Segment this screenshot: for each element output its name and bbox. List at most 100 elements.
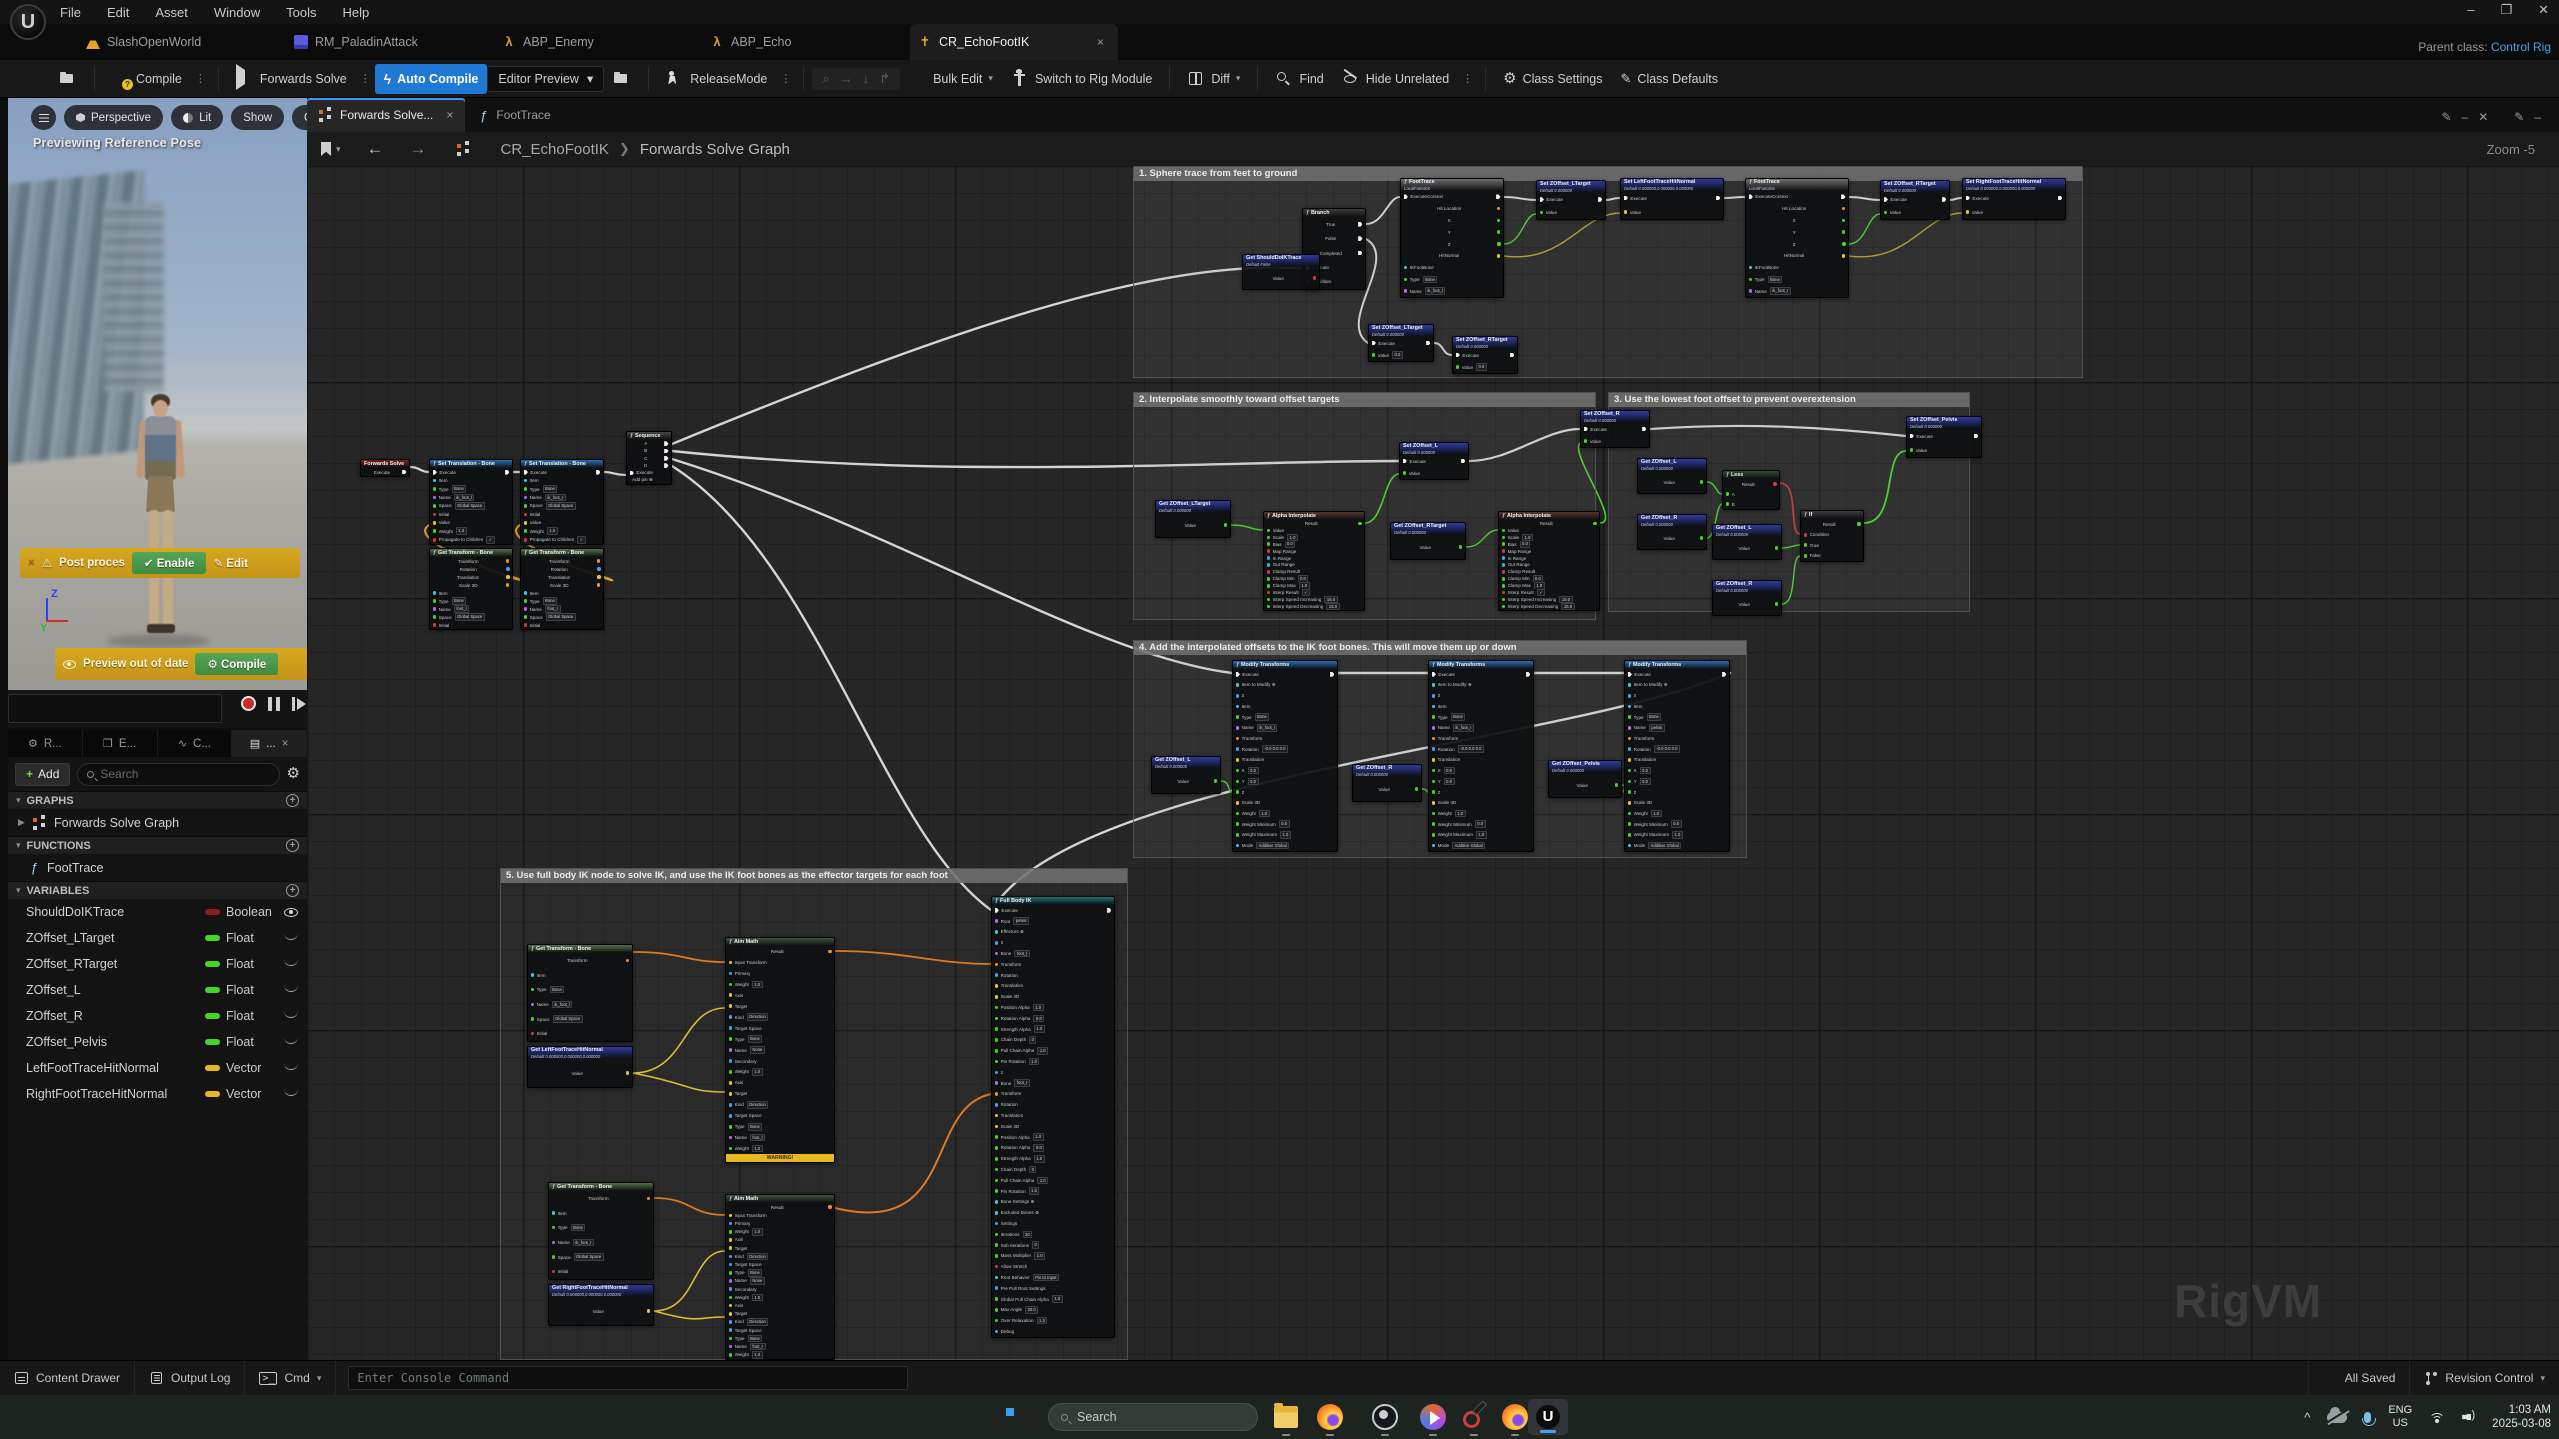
data-pin[interactable] bbox=[728, 1026, 733, 1030]
exec-pin[interactable] bbox=[1371, 340, 1376, 346]
bookmark-caret-icon[interactable]: ▾ bbox=[336, 144, 341, 155]
data-pin[interactable] bbox=[596, 567, 601, 571]
data-pin[interactable] bbox=[1909, 448, 1914, 452]
step-forward-button[interactable] bbox=[291, 696, 304, 711]
data-pin[interactable] bbox=[728, 1287, 733, 1291]
data-pin[interactable] bbox=[625, 958, 630, 963]
data-pin[interactable] bbox=[994, 1286, 999, 1291]
data-pin[interactable] bbox=[1627, 800, 1632, 805]
data-pin[interactable] bbox=[1431, 758, 1436, 762]
pin-value[interactable]: 1.0 bbox=[751, 1227, 763, 1236]
pin-value[interactable]: pelvis bbox=[1648, 724, 1665, 732]
data-pin[interactable] bbox=[596, 575, 601, 579]
data-pin[interactable] bbox=[1213, 779, 1218, 783]
menu-edit[interactable]: Edit bbox=[107, 5, 129, 20]
graph-node-set-translation-bone-l[interactable]: ƒ Set Translation - Bone Execute Item Type Bo… bbox=[429, 459, 513, 545]
data-pin[interactable] bbox=[1841, 242, 1846, 246]
pin-value[interactable]: Bone bbox=[747, 1334, 763, 1343]
data-pin[interactable] bbox=[1431, 747, 1436, 752]
data-pin[interactable] bbox=[596, 583, 601, 587]
data-pin[interactable] bbox=[530, 987, 535, 992]
graph-node-get-transform-bone-5l[interactable]: ƒ Get Transform - Bone Transform Item Type Bo… bbox=[527, 944, 633, 1042]
data-pin[interactable] bbox=[1431, 811, 1436, 816]
pin-value[interactable]: Bone bbox=[1254, 713, 1270, 721]
pin-value[interactable]: foot_l bbox=[1014, 949, 1030, 958]
data-pin[interactable] bbox=[994, 1081, 999, 1085]
pin-value[interactable]: ik_foot_r bbox=[1452, 724, 1474, 732]
data-pin[interactable] bbox=[1748, 277, 1753, 282]
data-pin[interactable] bbox=[1501, 535, 1506, 540]
exec-pin[interactable] bbox=[1623, 195, 1628, 201]
data-pin[interactable] bbox=[432, 607, 437, 611]
pin-value[interactable]: 1.0 bbox=[1287, 533, 1298, 541]
pin-value[interactable]: 0.0 bbox=[1443, 777, 1455, 786]
preview-viewport[interactable]: Perspective Lit Show Chara Previewing Refer… bbox=[8, 98, 307, 690]
data-pin[interactable] bbox=[994, 1200, 999, 1204]
pause-button[interactable] bbox=[267, 696, 280, 711]
widget-icon-1[interactable]: – bbox=[2462, 110, 2469, 124]
all-saved-button[interactable]: All Saved bbox=[2307, 1361, 2410, 1395]
data-pin[interactable] bbox=[994, 1329, 999, 1334]
exec-pin[interactable] bbox=[1722, 671, 1727, 677]
tray-chevron-icon[interactable]: ^ bbox=[2304, 1410, 2310, 1425]
data-pin[interactable] bbox=[1725, 492, 1730, 496]
minimize-button[interactable]: – bbox=[2467, 2, 2474, 18]
exec-pin[interactable] bbox=[1431, 671, 1436, 677]
data-pin[interactable] bbox=[432, 512, 437, 517]
data-pin[interactable] bbox=[728, 1081, 733, 1085]
pin-value[interactable]: Global Space bbox=[545, 502, 576, 510]
pin-value[interactable]: Bone bbox=[747, 1122, 763, 1131]
pin-value[interactable]: Bone bbox=[1450, 713, 1466, 721]
pin-value[interactable]: 1.0 bbox=[455, 527, 467, 536]
data-pin[interactable] bbox=[505, 559, 510, 563]
data-pin[interactable] bbox=[551, 1225, 556, 1230]
data-pin[interactable] bbox=[1627, 726, 1632, 730]
close-tab-icon[interactable]: × bbox=[1097, 35, 1104, 49]
data-pin[interactable] bbox=[728, 1059, 733, 1063]
data-pin[interactable] bbox=[523, 623, 528, 627]
taskbar-app-firefox[interactable] bbox=[1316, 1403, 1344, 1436]
data-pin[interactable] bbox=[1403, 289, 1408, 293]
pin-value[interactable]: Global Space bbox=[552, 1015, 583, 1023]
exec-pin[interactable] bbox=[1909, 433, 1914, 439]
pin-value[interactable]: -0.0 0.0 0.0 bbox=[1261, 745, 1288, 754]
exec-pin[interactable] bbox=[994, 908, 999, 913]
data-pin[interactable] bbox=[994, 1005, 999, 1010]
pin-value[interactable]: 1.0 bbox=[1051, 1295, 1063, 1303]
data-pin[interactable] bbox=[1627, 843, 1632, 848]
pin-value[interactable]: 1.0 bbox=[751, 1144, 763, 1153]
more-options-icon[interactable]: ⋮ bbox=[1458, 72, 1477, 85]
pin-value[interactable]: 0.0 bbox=[1639, 766, 1651, 775]
exec-pin[interactable] bbox=[523, 469, 528, 475]
exec-pin[interactable] bbox=[1841, 194, 1846, 200]
graph-node-less[interactable]: ƒ Less Result A B bbox=[1722, 470, 1780, 510]
data-pin[interactable] bbox=[1266, 542, 1271, 547]
forward-button[interactable]: → bbox=[410, 139, 427, 159]
data-pin[interactable] bbox=[432, 478, 437, 483]
data-pin[interactable] bbox=[1627, 768, 1632, 773]
pin-value[interactable]: Bone bbox=[747, 1035, 763, 1043]
graphs-section-header[interactable]: ▾ GRAPHS + bbox=[8, 791, 307, 809]
close-button[interactable]: ✕ bbox=[2538, 2, 2549, 18]
data-pin[interactable] bbox=[994, 940, 999, 945]
pin-value[interactable]: 1.0 bbox=[546, 527, 558, 536]
data-pin[interactable] bbox=[728, 1146, 733, 1151]
data-pin[interactable] bbox=[1699, 480, 1704, 484]
data-pin[interactable] bbox=[728, 1092, 733, 1096]
pin-value[interactable]: ✓ bbox=[1536, 589, 1546, 597]
data-pin[interactable] bbox=[994, 1146, 999, 1150]
data-pin[interactable] bbox=[994, 951, 999, 956]
data-pin[interactable] bbox=[1235, 790, 1240, 794]
pin-value[interactable]: ik_foot_l bbox=[453, 493, 475, 502]
data-pin[interactable] bbox=[1539, 210, 1544, 215]
viewport-perspective-button[interactable]: Perspective bbox=[64, 105, 164, 130]
data-pin[interactable] bbox=[551, 1240, 556, 1245]
exec-pin[interactable] bbox=[1402, 458, 1407, 464]
pin-value[interactable]: 0 bbox=[1029, 1036, 1037, 1044]
more-options-icon[interactable]: ⋮ bbox=[776, 72, 795, 85]
pin-value[interactable]: foot_r bbox=[544, 605, 561, 613]
data-pin[interactable] bbox=[523, 487, 528, 491]
debug-icon-1[interactable]: → bbox=[840, 71, 853, 87]
data-pin[interactable] bbox=[1235, 747, 1240, 752]
banner-close-icon[interactable]: × bbox=[28, 557, 35, 569]
